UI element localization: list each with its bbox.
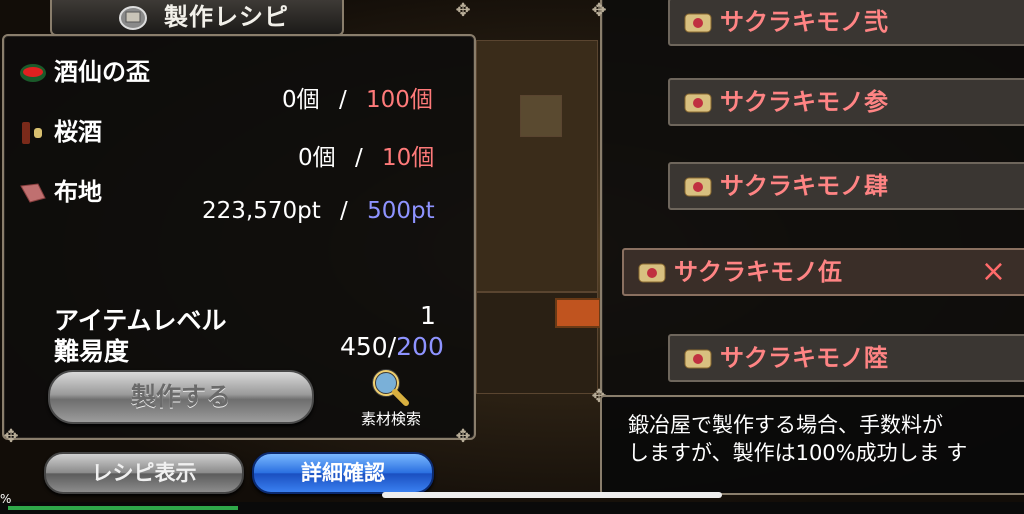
material-name: 酒仙の盃 (54, 58, 150, 86)
material-need: 10個 (382, 145, 435, 171)
recipe-list-item[interactable]: サクラキモノ陸 (668, 334, 1024, 382)
material-search-button[interactable]: 素材検索 (346, 366, 436, 432)
ornament-corner: ✥ (591, 0, 607, 21)
material-row: 布地 (18, 172, 102, 206)
background-shelf (476, 40, 598, 292)
recipe-list-item[interactable]: サクラキモノ肆 (668, 162, 1024, 210)
kimono-icon (638, 263, 666, 283)
material-separator: / (338, 87, 347, 113)
material-row: 酒仙の盃 (18, 52, 150, 86)
material-row: 桜酒 (18, 112, 102, 146)
material-count: 0個 / 10個 (298, 138, 434, 172)
description-line: しますが、製作は100%成功しま す (628, 441, 968, 465)
material-have: 0個 (298, 145, 336, 171)
recipe-list-item[interactable]: サクラキモノ弐 (668, 0, 1024, 46)
background-furnace (555, 298, 601, 328)
difficulty-current: 450/ (340, 332, 397, 361)
difficulty-value: 450/200 (340, 332, 444, 361)
recipe-item-label: サクラキモノ陸 (720, 344, 888, 372)
material-have: 0個 (282, 87, 320, 113)
progress-bar (8, 506, 238, 510)
ornament-corner: ✥ (3, 426, 19, 447)
recipe-list-item[interactable]: サクラキモノ参 (668, 78, 1024, 126)
recipe-item-label: サクラキモノ参 (720, 88, 888, 116)
recipe-item-label: サクラキモノ伍 (674, 258, 842, 286)
material-need: 100個 (366, 87, 433, 113)
window-title: 製作レシピ (164, 3, 289, 31)
recipe-item-label: サクラキモノ肆 (720, 172, 888, 200)
recipe-list-item-selected[interactable]: サクラキモノ伍 × (622, 248, 1024, 296)
kimono-icon (684, 349, 712, 369)
material-count: 0個 / 100個 (282, 80, 433, 114)
material-name: 桜酒 (54, 118, 102, 146)
percent-mark: % (0, 492, 12, 506)
detail-confirm-button[interactable]: 詳細確認 (252, 452, 434, 494)
material-need: 500pt (367, 198, 435, 224)
sake-bottle-icon (22, 122, 42, 144)
ornament-corner: ✥ (455, 0, 471, 21)
material-separator: / (354, 145, 363, 171)
ornament-corner: ✥ (455, 426, 471, 447)
kimono-icon (684, 13, 712, 33)
material-count: 223,570pt / 500pt (202, 198, 435, 224)
recipe-item-label: サクラキモノ弐 (720, 8, 888, 36)
recipe-scroll-icon (119, 6, 147, 30)
close-icon[interactable]: × (981, 250, 1006, 294)
home-indicator[interactable] (382, 492, 722, 498)
material-separator: / (340, 198, 348, 224)
craft-button[interactable]: 製作する (48, 370, 314, 424)
red-cup-icon (20, 64, 46, 82)
magnifier-icon (372, 369, 409, 406)
material-have: 223,570pt (202, 198, 321, 224)
material-name: 布地 (54, 178, 102, 206)
item-level-value: 1 (420, 301, 436, 330)
material-search-label: 素材検索 (360, 410, 421, 428)
background-shelf (520, 95, 562, 137)
kimono-icon (684, 177, 712, 197)
kimono-icon (684, 93, 712, 113)
description-box: 鍛冶屋で製作する場合、手数料が しますが、製作は100%成功しま す (600, 395, 1024, 495)
recipe-display-button[interactable]: レシピ表示 (44, 452, 244, 494)
description-line: 鍛冶屋で製作する場合、手数料が (628, 413, 943, 437)
difficulty-max: 200 (396, 332, 444, 361)
cloth-icon (20, 183, 46, 203)
difficulty-label: 難易度 (54, 337, 130, 366)
